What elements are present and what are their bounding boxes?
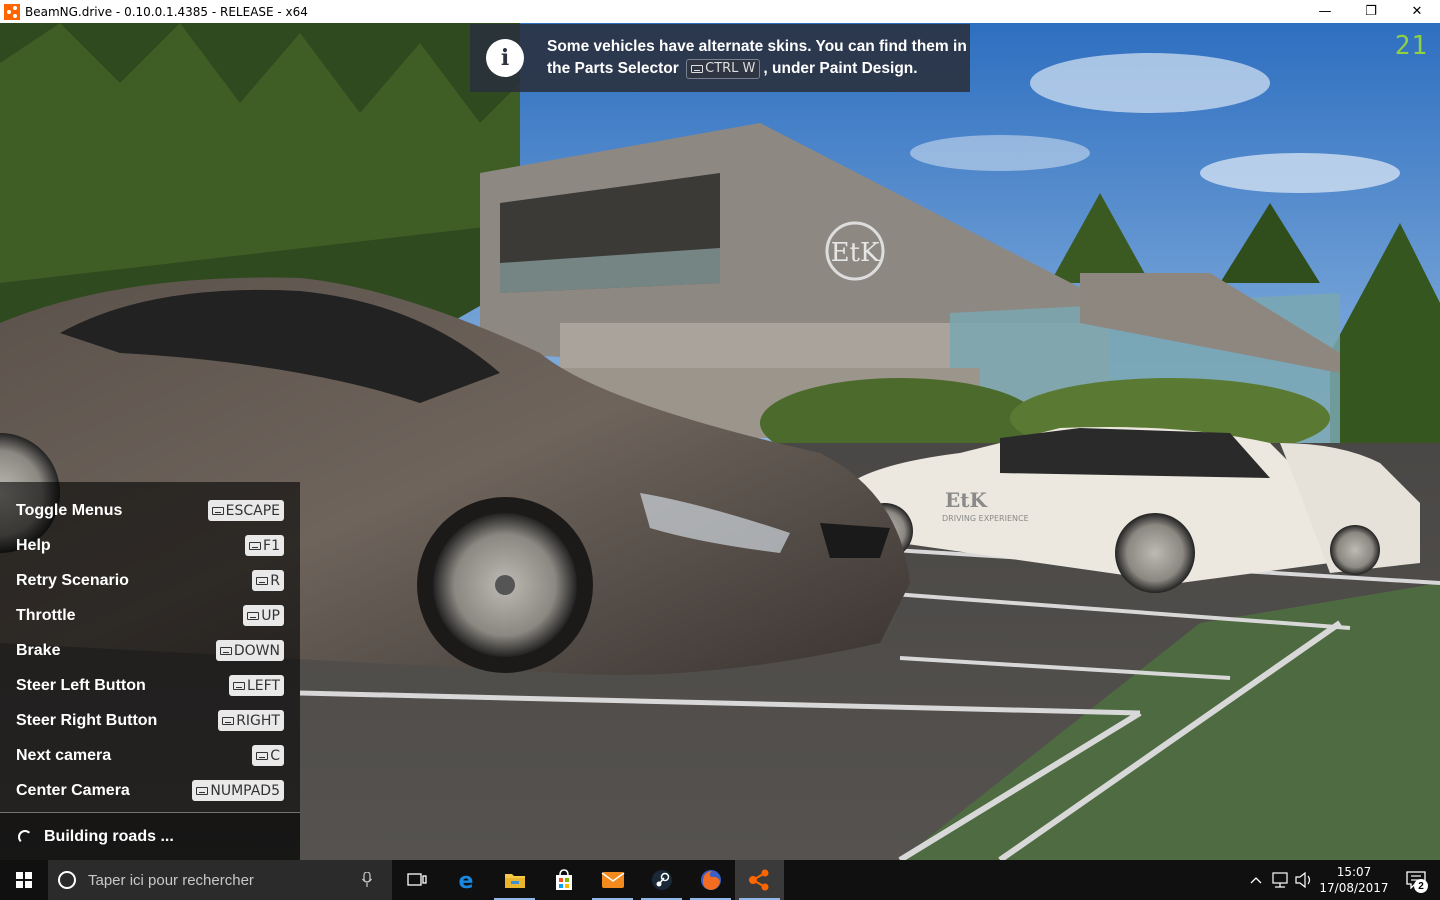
windows-logo-icon [16,872,32,888]
help-action-label: Help [16,536,51,554]
keyboard-icon [211,506,224,515]
keyboard-icon [249,541,262,550]
help-key-label: R [270,572,280,589]
keyboard-icon [196,786,209,795]
system-tray: 15:07 17/08/2017 2 [1244,860,1440,900]
help-key-label: C [270,747,280,764]
help-action-label: Next camera [16,746,112,764]
mail-icon[interactable] [588,860,637,900]
livery-caption-text: DRIVING EXPERIENCE [942,514,1029,523]
help-key-label: LEFT [246,677,280,694]
help-row-center-camera: Center Camera NUMPAD5 [0,773,300,808]
help-key-label: ESCAPE [225,502,280,519]
help-key-badge: C [252,745,284,766]
help-key-badge: DOWN [215,640,284,661]
help-key-label: NUMPAD5 [210,782,280,799]
help-key-badge: ESCAPE [207,500,284,521]
taskbar-search[interactable] [48,860,392,900]
beamng-icon[interactable] [735,860,784,900]
controls-help-panel: Toggle Menus ESCAPE Help F1 Retry Scenar… [0,482,300,812]
keyboard-icon [232,681,245,690]
help-row-steer-right: Steer Right Button RIGHT [0,703,300,738]
game-viewport[interactable]: EtK EtK DRIVING EXPERIENCE 21 i Some veh… [0,23,1440,860]
help-key-badge: R [252,570,284,591]
store-icon[interactable] [539,860,588,900]
loading-spinner-icon [18,829,32,844]
loading-text: Building roads ... [44,827,174,845]
cortana-icon [58,871,76,889]
fps-counter: 21 [1394,31,1428,61]
help-action-label: Toggle Menus [16,501,123,519]
action-center-button[interactable]: 2 [1392,860,1440,900]
search-input[interactable] [88,871,348,889]
window-titlebar: BeamNG.drive - 0.10.0.1.4385 - RELEASE -… [0,0,1440,23]
notification-count-badge: 2 [1414,879,1428,893]
help-key-badge: NUMPAD5 [192,780,284,801]
help-row-next-camera: Next camera C [0,738,300,773]
clock-time: 15:07 [1336,865,1372,879]
info-toast: i Some vehicles have alternate skins. Yo… [470,24,970,92]
loading-status: Building roads ... [0,812,300,860]
help-key-label: F1 [263,537,280,554]
help-key-badge: UP [243,605,284,626]
keyboard-icon [247,611,260,620]
chevron-up-icon[interactable] [1244,860,1268,900]
svg-text:e: e [458,869,473,891]
toast-key-label: CTRL W [705,60,756,76]
keyboard-icon [219,646,232,655]
help-row-brake: Brake DOWN [0,633,300,668]
edge-icon[interactable]: e [441,860,490,900]
help-key-badge: RIGHT [218,710,284,731]
help-action-label: Throttle [16,606,76,624]
building-logo-text: EtK [831,238,880,268]
help-row-retry-scenario: Retry Scenario R [0,563,300,598]
window-title: BeamNG.drive - 0.10.0.1.4385 - RELEASE -… [25,4,308,19]
help-row-steer-left: Steer Left Button LEFT [0,668,300,703]
network-icon[interactable] [1268,860,1292,900]
volume-icon[interactable] [1292,860,1316,900]
taskbar-clock[interactable]: 15:07 17/08/2017 [1316,864,1392,896]
keyboard-icon [256,751,269,760]
help-row-throttle: Throttle UP [0,598,300,633]
help-action-label: Steer Left Button [16,676,146,694]
clock-date: 17/08/2017 [1319,881,1389,895]
help-key-badge: LEFT [228,675,284,696]
help-action-label: Steer Right Button [16,711,158,729]
keyboard-icon [222,716,235,725]
toast-line-2-end: , under Paint Design. [763,60,918,77]
help-key-label: UP [261,607,280,624]
keyboard-icon [691,64,704,73]
minimize-button[interactable]: — [1302,0,1348,23]
microphone-icon[interactable] [362,872,372,888]
windows-taskbar: e 15:07 17/08/2017 2 [0,860,1440,900]
keyboard-icon [256,576,269,585]
toast-line-1: Some vehicles have alternate skins. You … [547,38,967,55]
info-icon: i [486,39,524,77]
livery-logo-text: EtK [945,488,987,512]
help-key-label: RIGHT [236,712,280,729]
firefox-icon[interactable] [686,860,735,900]
toast-line-2-start: the Parts Selector [547,60,679,77]
file-explorer-icon[interactable] [490,860,539,900]
beamng-app-icon [4,3,20,20]
help-key-badge: F1 [245,535,284,556]
steam-icon[interactable] [637,860,686,900]
start-button[interactable] [0,860,48,900]
help-row-help: Help F1 [0,528,300,563]
task-view-icon[interactable] [392,860,441,900]
help-action-label: Center Camera [16,781,130,799]
toast-line-2: the Parts Selector CTRL W , under Paint D… [547,58,967,80]
help-action-label: Retry Scenario [16,571,129,589]
help-action-label: Brake [16,641,61,659]
maximize-button[interactable]: ❐ [1348,0,1394,23]
help-row-toggle-menus: Toggle Menus ESCAPE [0,493,300,528]
toast-message: Some vehicles have alternate skins. You … [547,36,967,80]
toast-key-badge: CTRL W [686,58,761,79]
help-key-label: DOWN [233,642,280,659]
close-button[interactable]: ✕ [1394,0,1440,23]
